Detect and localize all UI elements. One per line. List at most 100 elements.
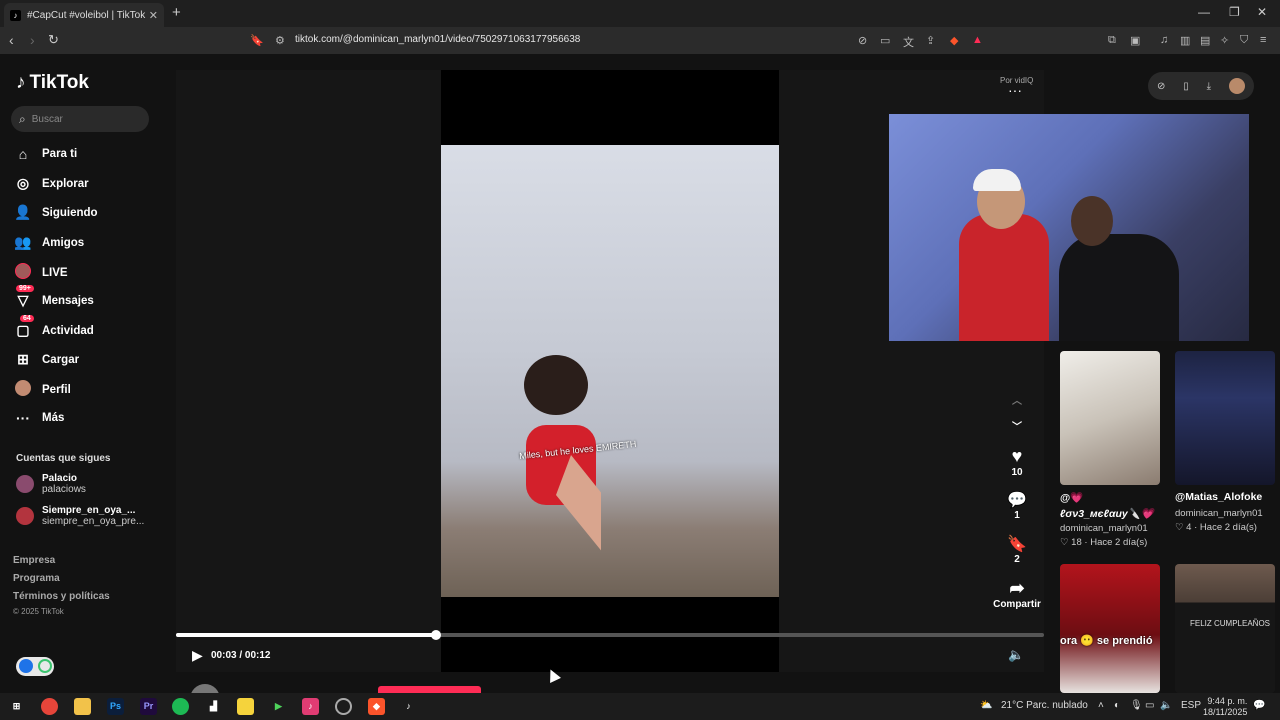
- reload-icon[interactable]: ↻: [48, 32, 59, 48]
- tray-chevron-icon[interactable]: ˄: [1098, 700, 1104, 711]
- restore-icon[interactable]: ❐: [1229, 5, 1240, 19]
- sidebar-item-amigos[interactable]: 👥 Amigos: [14, 234, 84, 251]
- tiktok-logo[interactable]: ♪ TikTok: [16, 72, 89, 94]
- suggested-user[interactable]: dominican_marlyn01: [1175, 508, 1263, 519]
- footer-link-programa[interactable]: Programa: [13, 573, 60, 584]
- file-explorer-icon[interactable]: [74, 698, 91, 715]
- forward-icon[interactable]: ›: [30, 32, 35, 48]
- play-app-icon[interactable]: ▶: [270, 698, 287, 715]
- suggested-video-thumb[interactable]: FELIZ CUMPLEAÑOS: [1175, 564, 1275, 693]
- save-button[interactable]: 🔖 2: [994, 534, 1040, 565]
- leo-icon[interactable]: ✧: [1220, 34, 1229, 47]
- sidebar-item-mensajes[interactable]: ▽ 99+ Mensajes: [14, 285, 94, 309]
- vidiq-toggle[interactable]: [16, 657, 54, 676]
- volume-icon[interactable]: 🔈: [1008, 647, 1024, 663]
- sidebar-item-perfil[interactable]: Perfil: [14, 380, 71, 399]
- no-video-icon[interactable]: ⊘: [858, 34, 867, 47]
- tiktok-app-icon[interactable]: ♪: [302, 698, 319, 715]
- minimize-icon[interactable]: —: [1198, 5, 1210, 19]
- tray-app-icon[interactable]: ◐: [1114, 700, 1120, 711]
- sidebar-item-label: Explorar: [42, 177, 89, 190]
- more-options-icon[interactable]: ···: [1008, 82, 1022, 98]
- following-account[interactable]: Palacio palaciows: [16, 473, 86, 495]
- coins-icon[interactable]: ⊘: [1157, 81, 1165, 92]
- sticky-notes-icon[interactable]: [237, 698, 254, 715]
- next-video-icon[interactable]: ﹀: [994, 418, 1040, 433]
- suggested-video-thumb[interactable]: ora 😶 se prendió: [1060, 564, 1160, 693]
- suggested-title[interactable]: @💗: [1060, 491, 1083, 504]
- premiere-icon[interactable]: Pr: [140, 698, 157, 715]
- close-window-icon[interactable]: ✕: [1257, 5, 1267, 19]
- app-icon[interactable]: [335, 698, 352, 715]
- search-input[interactable]: ⌕ Buscar: [11, 106, 149, 132]
- footer-link-terminos[interactable]: Términos y políticas: [13, 591, 110, 602]
- top-actions: ⊘ ▯ ⤓: [1148, 72, 1254, 100]
- clock[interactable]: 9:44 p. m. 18/11/2025: [1203, 696, 1247, 718]
- rewards-icon[interactable]: ▲: [972, 34, 983, 46]
- tiktok-taskbar-icon[interactable]: ♪: [400, 698, 417, 715]
- sidebar-item-live[interactable]: LIVE: [14, 263, 68, 282]
- suggested-video-thumb[interactable]: [1060, 351, 1160, 485]
- suggested-user[interactable]: dominican_marlyn01: [1060, 523, 1148, 534]
- sidebar-item-cargar[interactable]: ⊞ Cargar: [14, 351, 79, 368]
- brave-shield-icon[interactable]: ◆: [950, 34, 958, 47]
- photoshop-icon[interactable]: Ps: [107, 698, 124, 715]
- comment-button[interactable]: 💬 1: [994, 490, 1040, 521]
- prev-video-icon[interactable]: ︿: [994, 392, 1040, 407]
- network-icon[interactable]: ▭: [1145, 700, 1154, 711]
- vpn-icon[interactable]: ⛉: [1240, 34, 1248, 47]
- site-info-icon[interactable]: ⚙: [275, 34, 285, 47]
- browser-tab[interactable]: ♪ #CapCut #voleibol | TikTok ✕: [4, 3, 164, 27]
- notifications-icon[interactable]: 💬: [1253, 700, 1265, 711]
- weather-icon[interactable]: ⛅: [980, 700, 992, 711]
- microphone-icon[interactable]: 🎙: [1130, 700, 1143, 711]
- menu-icon[interactable]: ≡: [1260, 34, 1266, 46]
- share-icon[interactable]: ⇪: [926, 34, 935, 47]
- new-tab-icon[interactable]: +: [172, 4, 181, 21]
- back-icon[interactable]: ‹: [9, 32, 14, 48]
- sidebar-item-label: Para ti: [42, 148, 78, 160]
- bookmark-icon[interactable]: 🔖: [250, 34, 264, 47]
- extensions-icon[interactable]: ⧉: [1108, 34, 1116, 47]
- windows-start-icon[interactable]: ⊞: [8, 698, 25, 715]
- device-icon[interactable]: ▯: [1183, 81, 1189, 92]
- chrome-icon[interactable]: [41, 698, 58, 715]
- sidebar-item-mas[interactable]: ··· Más: [14, 410, 64, 426]
- suggested-when: Hace 2 día(s): [1199, 522, 1257, 533]
- close-tab-icon[interactable]: ✕: [149, 9, 158, 22]
- audio-app-icon[interactable]: ▟: [205, 698, 222, 715]
- language-indicator[interactable]: ESP: [1181, 700, 1201, 711]
- sidebar-item-para-ti[interactable]: ⌂ Para ti: [14, 146, 77, 162]
- tab-title: #CapCut #voleibol | TikTok: [27, 9, 146, 21]
- sidebar-toggle-icon[interactable]: ▥: [1180, 34, 1190, 47]
- account-handle: palaciows: [42, 484, 86, 495]
- sidebar-item-explorar[interactable]: ◎ Explorar: [14, 175, 89, 192]
- suggested-video-thumb[interactable]: [1175, 351, 1275, 485]
- avatar[interactable]: [1229, 78, 1245, 94]
- following-account[interactable]: Siempre_en_oya_... siempre_en_oya_pre...: [16, 505, 144, 527]
- sidebar-item-actividad[interactable]: ▢ 64 Actividad: [14, 315, 94, 339]
- share-button[interactable]: ➦ Compartir: [987, 578, 1047, 610]
- play-icon[interactable]: ▶: [192, 647, 203, 664]
- weather-text[interactable]: 21°C Parc. nublado: [1001, 700, 1088, 711]
- media-icon[interactable]: ♫: [1160, 34, 1168, 46]
- brave-icon[interactable]: ◆: [368, 698, 385, 715]
- footer-link-empresa[interactable]: Empresa: [13, 555, 55, 566]
- suggested-title-line[interactable]: ℓσν3_мєℓαиу🔪💗: [1060, 507, 1154, 520]
- sidebar-item-siguiendo[interactable]: 👤 Siguiendo: [14, 204, 97, 221]
- like-button[interactable]: ♥ 10: [994, 446, 1040, 478]
- progress-bar[interactable]: [176, 630, 1044, 640]
- progress-knob[interactable]: [431, 630, 442, 640]
- cast-icon[interactable]: ▭: [880, 34, 890, 47]
- wallet-icon[interactable]: ▣: [1130, 34, 1140, 47]
- url-field[interactable]: tiktok.com/@dominican_marlyn01/video/750…: [295, 34, 580, 45]
- suggested-title[interactable]: @Matias_Alofoke: [1175, 491, 1262, 503]
- sidebar-item-label: Amigos: [42, 236, 85, 249]
- activity-icon: ▢ 64: [14, 315, 34, 339]
- search-icon: ⌕: [19, 111, 26, 126]
- speaker-icon[interactable]: 🔈: [1160, 700, 1172, 711]
- download-icon[interactable]: ⤓: [1207, 81, 1211, 92]
- spotify-icon[interactable]: [172, 698, 189, 715]
- translate-icon[interactable]: 文: [903, 34, 914, 50]
- wallet2-icon[interactable]: ▤: [1200, 34, 1210, 47]
